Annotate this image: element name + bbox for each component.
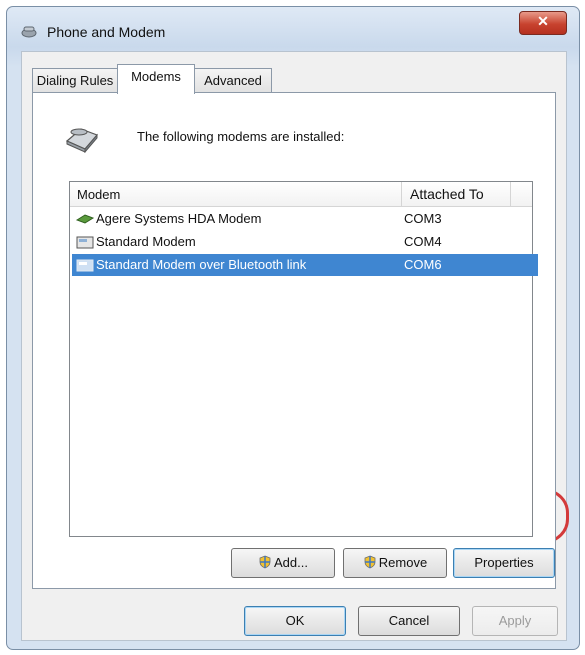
modem-card-icon — [76, 214, 94, 224]
cancel-button[interactable]: Cancel — [358, 606, 460, 636]
list-item[interactable]: Standard Modem COM4 — [72, 231, 542, 253]
column-divider[interactable] — [510, 182, 511, 206]
column-header-modem[interactable]: Modem — [77, 187, 120, 202]
list-header: Modem Attached To — [70, 182, 532, 207]
list-item[interactable]: Agere Systems HDA Modem COM3 — [72, 208, 542, 230]
modem-port: COM4 — [404, 234, 442, 249]
close-icon: ✕ — [537, 13, 549, 29]
ok-button[interactable]: OK — [244, 606, 346, 636]
modem-device-icon — [76, 259, 94, 272]
dialog-body: Dialing Rules Modems Advanced The follow… — [21, 51, 567, 641]
tab-advanced[interactable]: Advanced — [194, 68, 272, 93]
apply-button-label: Apply — [498, 613, 532, 628]
modem-port: COM3 — [404, 211, 442, 226]
modem-name: Standard Modem over Bluetooth link — [96, 257, 307, 272]
properties-button-label: Properties — [474, 555, 534, 570]
remove-button[interactable]: Remove — [343, 548, 447, 578]
modem-device-icon — [76, 236, 94, 249]
intro-text: The following modems are installed: — [137, 129, 345, 144]
modem-name: Agere Systems HDA Modem — [96, 211, 262, 226]
properties-button[interactable]: Properties — [453, 548, 555, 578]
title-bar[interactable]: Phone and Modem ✕ — [7, 7, 579, 51]
shield-icon — [364, 555, 376, 569]
tab-dialing-rules[interactable]: Dialing Rules — [32, 68, 118, 93]
column-divider[interactable] — [401, 182, 402, 206]
close-button[interactable]: ✕ — [519, 11, 567, 35]
list-item-selected[interactable]: Standard Modem over Bluetooth link COM6 — [72, 254, 538, 276]
ok-button-label: OK — [285, 613, 305, 628]
shield-icon — [259, 555, 271, 569]
modem-port: COM6 — [404, 257, 442, 272]
modem-list[interactable]: Modem Attached To Agere Systems HDA Mode… — [69, 181, 538, 537]
add-button[interactable]: Add... — [231, 548, 335, 578]
phone-icon — [21, 26, 37, 38]
phone-and-modem-dialog: Phone and Modem ✕ Dialing Rules Modems A… — [6, 6, 580, 650]
window-title: Phone and Modem — [47, 24, 166, 40]
column-header-attached-to[interactable]: Attached To — [410, 186, 484, 202]
remove-button-label: Remove — [378, 555, 428, 570]
apply-button[interactable]: Apply — [472, 606, 558, 636]
modems-tab-panel: The following modems are installed: Mode… — [32, 92, 556, 589]
modem-icon — [65, 128, 99, 153]
cancel-button-label: Cancel — [388, 613, 430, 628]
modem-name: Standard Modem — [96, 234, 196, 249]
tab-modems[interactable]: Modems — [117, 64, 195, 94]
add-button-label: Add... — [274, 555, 308, 570]
